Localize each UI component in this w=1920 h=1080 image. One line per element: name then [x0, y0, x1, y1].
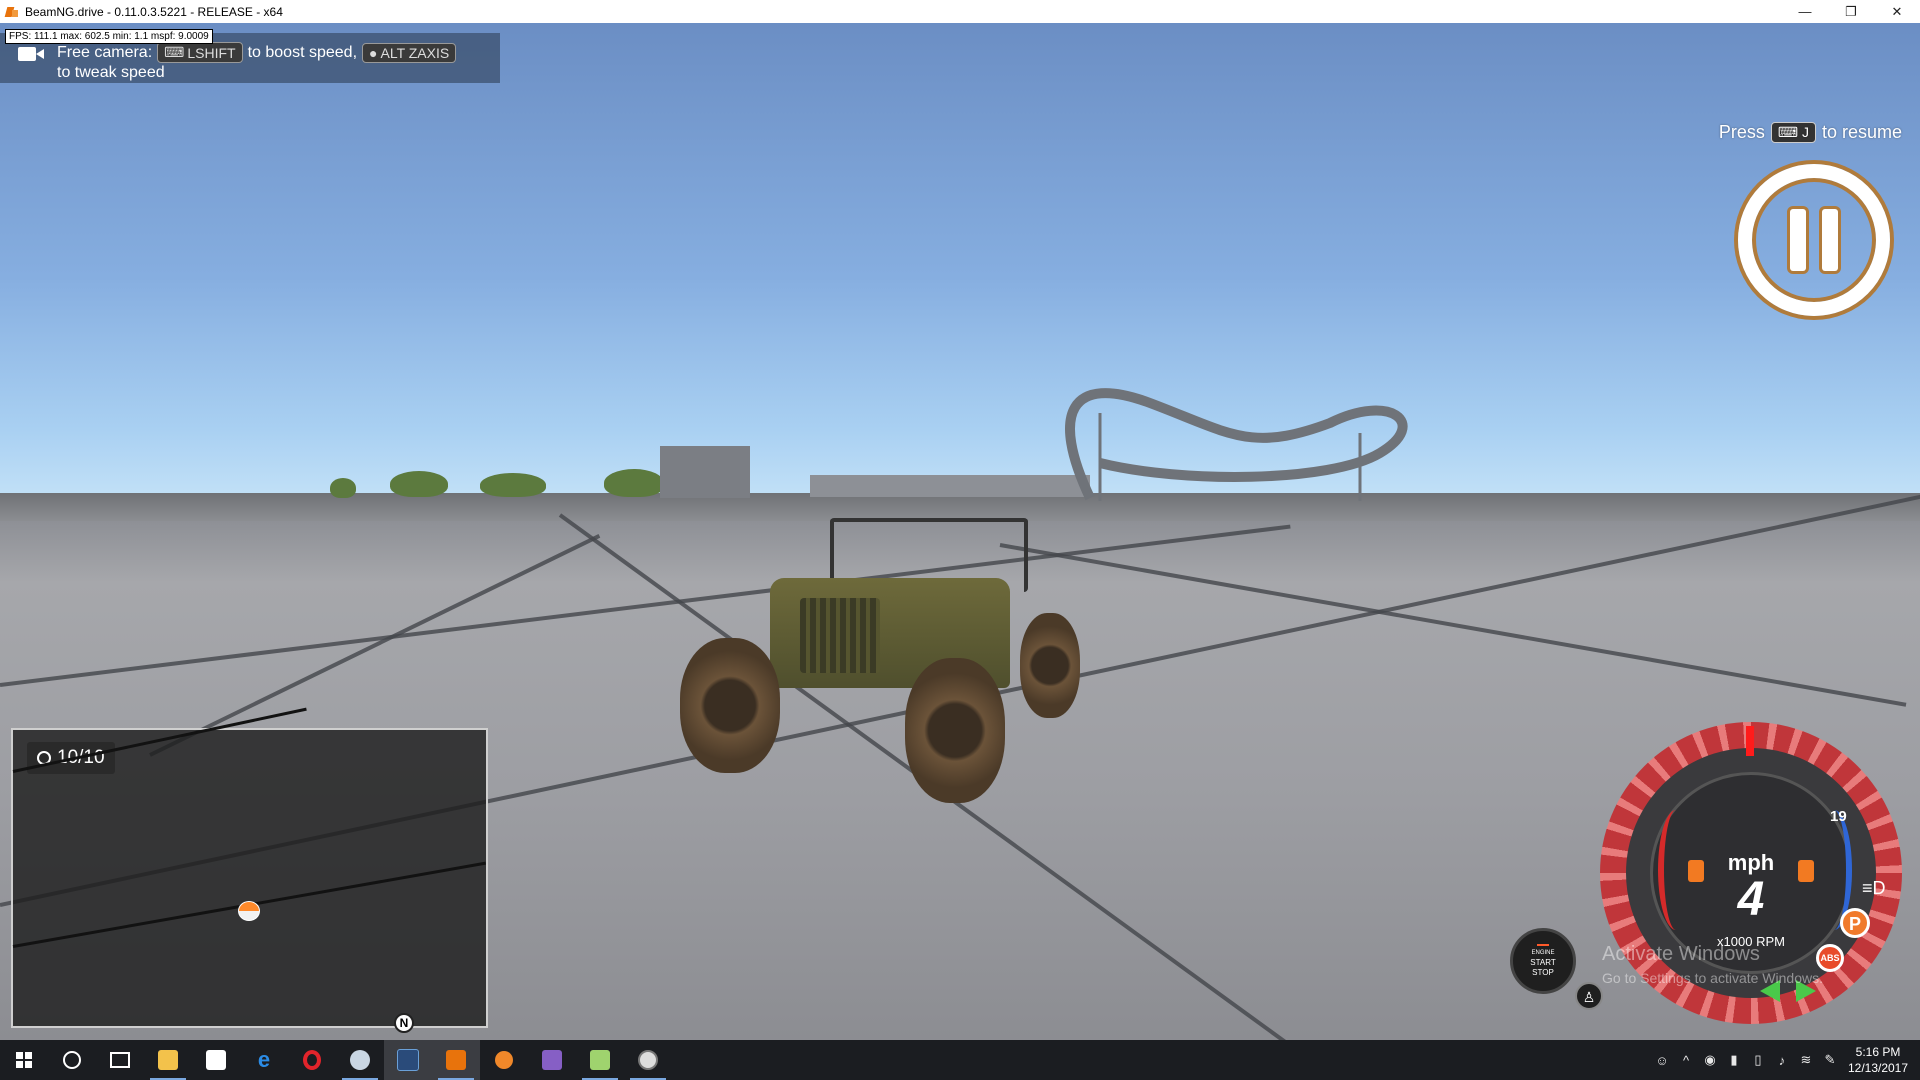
close-button[interactable]: ✕ — [1874, 0, 1920, 23]
pause-icon-bar — [1822, 209, 1838, 271]
network-icon[interactable]: ▮ — [1722, 1040, 1746, 1080]
pause-button[interactable] — [1738, 164, 1890, 316]
opera-icon — [303, 1050, 321, 1070]
engine-start-stop-button[interactable]: ENGINE START STOP — [1510, 928, 1576, 994]
wifi-icon[interactable]: ≋ — [1794, 1040, 1818, 1080]
ground-line — [0, 524, 1291, 687]
tree — [604, 469, 664, 497]
j-key: ⌨ J — [1770, 122, 1816, 143]
cortana-button[interactable] — [48, 1040, 96, 1080]
minimap[interactable]: 10/10 — [11, 707, 488, 1028]
tweak-speed-text: to tweak speed — [57, 64, 165, 81]
lshift-key-label: LSHIFT — [187, 44, 236, 61]
blender-button[interactable] — [480, 1040, 528, 1080]
task-view-icon — [110, 1052, 130, 1068]
steam-tray-icon[interactable]: ◉ — [1698, 1040, 1722, 1080]
resume-prefix: Press — [1718, 122, 1765, 142]
camera-label: Free camera: — [57, 43, 153, 61]
start-button[interactable] — [0, 1040, 48, 1080]
game-button[interactable] — [624, 1040, 672, 1080]
alt-zaxis-key: ● ALT ZAXIS — [362, 42, 457, 63]
volume-icon[interactable]: ♪ — [1770, 1040, 1794, 1080]
resume-suffix: to resume — [1821, 122, 1902, 142]
clock-time: 5:16 PM — [1855, 1045, 1901, 1059]
alt-zaxis-key-label: ALT ZAXIS — [380, 44, 450, 61]
opera-button[interactable] — [288, 1040, 336, 1080]
taskbar: e ☺ ^ ◉ ▮ ▯ ♪ ≋ ✎ 5:16 PM 12/13/2017 — [0, 1040, 1920, 1080]
watermark-subtitle: Go to Settings to activate Windows. — [1602, 970, 1823, 986]
clock-date: 12/13/2017 — [1847, 1061, 1909, 1075]
parking-brake-icon: P — [1840, 908, 1870, 938]
blender-icon — [495, 1051, 513, 1069]
notepad-icon — [590, 1050, 610, 1070]
ground-line — [999, 543, 1907, 707]
system-tray: ☺ ^ ◉ ▮ ▯ ♪ ≋ ✎ 5:16 PM 12/13/2017 — [1650, 1040, 1920, 1080]
steam-icon — [350, 1050, 370, 1070]
fps-counter: FPS: 111.1 max: 602.5 min: 1.1 mspf: 9.0… — [5, 29, 213, 44]
horizon-wall — [0, 493, 1920, 521]
file-explorer-icon — [158, 1050, 178, 1070]
engine-label: ENGINE — [1531, 950, 1555, 956]
minimize-button[interactable]: — — [1782, 0, 1828, 23]
activate-windows-watermark: Activate Windows Go to Settings to activ… — [1602, 942, 1823, 990]
visual-studio-button[interactable] — [528, 1040, 576, 1080]
tree — [390, 471, 448, 497]
app-button[interactable] — [384, 1040, 432, 1080]
video-camera-icon — [18, 47, 44, 61]
watermark-title: Activate Windows — [1602, 943, 1760, 965]
beamng-icon — [446, 1050, 466, 1070]
task-view-button[interactable] — [96, 1040, 144, 1080]
windows-logo-icon — [16, 1052, 32, 1068]
tree — [480, 473, 546, 497]
store-icon — [206, 1050, 226, 1070]
notepad-button[interactable] — [576, 1040, 624, 1080]
boost-text: to boost speed, — [247, 43, 358, 61]
seatbelt-icon: ♙ — [1575, 982, 1603, 1010]
visual-studio-icon — [542, 1050, 562, 1070]
building — [660, 446, 750, 498]
redline-tick — [1746, 726, 1754, 756]
jeep-vehicle — [680, 518, 1090, 808]
loop-track — [1065, 388, 1408, 501]
store-button[interactable] — [192, 1040, 240, 1080]
engine-stop-label: STOP — [1532, 968, 1554, 977]
player-marker-icon — [238, 901, 260, 921]
people-icon[interactable]: ☺ — [1650, 1040, 1674, 1080]
vehicle-grille — [800, 598, 880, 673]
engine-start-label: START — [1530, 958, 1556, 967]
resume-hint: Press ⌨ J to resume — [1719, 122, 1902, 143]
edge-icon: e — [257, 1047, 271, 1072]
cortana-icon — [63, 1051, 81, 1069]
headlight-icon: ≡D — [1862, 878, 1886, 898]
window-title: BeamNG.drive - 0.11.0.3.5221 - RELEASE -… — [25, 4, 283, 19]
mouse-icon: ● — [369, 44, 378, 61]
beamng-button[interactable] — [432, 1040, 480, 1080]
camera-hint-line: Free camera: ⌨ LSHIFT to boost speed, ● AL… — [57, 42, 457, 63]
app-icon — [397, 1049, 419, 1071]
beamng-app-icon — [5, 5, 19, 19]
keyboard-icon: ⌨ — [164, 44, 185, 60]
wheel — [905, 658, 1005, 803]
game-icon — [638, 1050, 658, 1070]
wheel — [1020, 613, 1080, 718]
clock[interactable]: 5:16 PM 12/13/2017 — [1842, 1044, 1920, 1076]
usb-icon[interactable]: ▯ — [1746, 1040, 1770, 1080]
edge-button[interactable]: e — [240, 1040, 288, 1080]
title-bar: BeamNG.drive - 0.11.0.3.5221 - RELEASE -… — [0, 0, 1920, 23]
chevron-up-icon[interactable]: ^ — [1674, 1040, 1698, 1080]
pause-icon-bar — [1790, 209, 1806, 271]
j-key-label: J — [1801, 124, 1809, 140]
steam-button[interactable] — [336, 1040, 384, 1080]
file-explorer-button[interactable] — [144, 1040, 192, 1080]
ground-line — [149, 534, 601, 757]
north-indicator: N — [394, 1013, 414, 1033]
wheel — [680, 638, 780, 773]
tree — [330, 478, 356, 498]
pen-icon[interactable]: ✎ — [1818, 1040, 1842, 1080]
keyboard-icon: ⌨ — [1777, 124, 1799, 140]
engine-indicator — [1537, 944, 1549, 946]
maximize-button[interactable]: ❐ — [1828, 0, 1874, 23]
gear-indicator: 19 — [1830, 808, 1847, 825]
lshift-key: ⌨ LSHIFT — [157, 42, 243, 63]
